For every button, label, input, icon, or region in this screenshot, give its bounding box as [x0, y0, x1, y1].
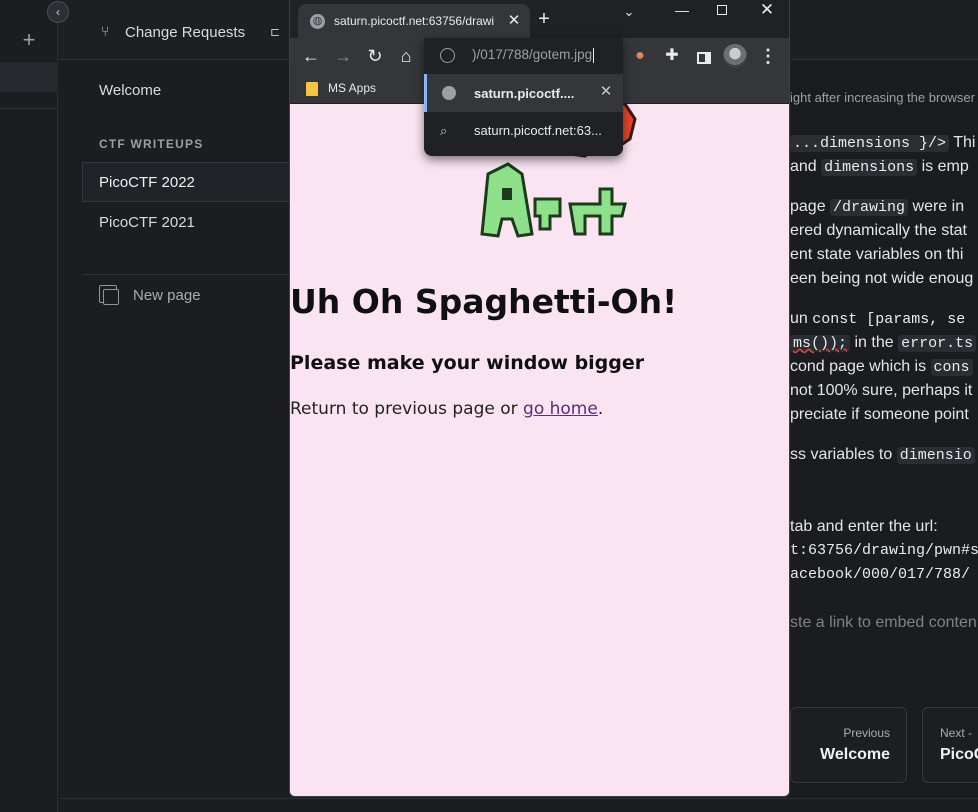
article-text: not 100% sure, perhaps it	[790, 382, 973, 399]
article-line: and dimensions is emp	[790, 158, 969, 176]
previous-label: Previous	[843, 726, 890, 740]
search-icon: ⌕	[440, 123, 448, 138]
text-caret	[593, 47, 595, 63]
close-tab-icon[interactable]: ✕	[505, 12, 523, 30]
code-line: t:63756/drawing/pwn#s	[790, 542, 978, 559]
sidebar-item-welcome[interactable]: Welcome	[99, 82, 161, 99]
article-text: page	[790, 198, 826, 215]
error-message-prefix: Return to previous page or	[290, 399, 524, 419]
side-panel-icon[interactable]	[691, 43, 717, 69]
more-menu-icon[interactable]: ⋮	[755, 43, 781, 69]
app-bottom-edge	[58, 798, 978, 812]
article-text: tab and enter the url:	[790, 518, 938, 535]
add-icon[interactable]: +	[18, 28, 40, 52]
inline-code: error.ts	[898, 335, 977, 352]
bookmark-ms-apps[interactable]: MS Apps	[328, 81, 376, 95]
article-line: cond page which is cons	[790, 358, 973, 376]
article-text: and	[790, 158, 817, 175]
article-text: in the	[854, 334, 894, 351]
branch-icon: ⑂	[101, 23, 110, 39]
article-text: een being not wide enoug	[790, 270, 974, 287]
suggestion-text: saturn.picoctf....	[474, 86, 575, 101]
error-message-suffix: .	[597, 399, 604, 419]
inline-code: ms());	[790, 335, 851, 352]
maximize-button[interactable]	[699, 0, 745, 22]
article-line: un const [params, se	[790, 310, 965, 328]
omnibox-dropdown: )/017/788/gotem.jpg saturn.picoctf.... ✕…	[424, 38, 623, 156]
article-line: page /drawing were in	[790, 198, 964, 216]
inline-code: dimensio	[896, 447, 975, 464]
extensions-puzzle-icon[interactable]: ✚	[659, 43, 685, 69]
next-page-card[interactable]: Next - PicoC	[922, 707, 978, 783]
workspace-selected-item[interactable]	[0, 62, 58, 92]
next-title: PicoC	[940, 746, 978, 763]
error-message: Return to previous page or go home.	[290, 399, 603, 419]
sidebar-item-picoctf-2022[interactable]: PicoCTF 2022	[99, 174, 195, 191]
back-arrow-icon[interactable]: ←	[298, 43, 324, 69]
article-text: were in	[912, 198, 965, 215]
address-text: )/017/788/gotem.jpg	[472, 47, 593, 62]
article-text: ss variables to	[790, 446, 893, 463]
article-line: ms()); in the error.ts	[790, 334, 977, 352]
omnibox-suggestion[interactable]: ⌕ saturn.picoctf.net:63...	[424, 112, 623, 150]
browser-tab[interactable]: ◍ saturn.picoctf.net:63756/drawi ✕	[298, 4, 530, 38]
change-requests-link[interactable]: Change Requests	[125, 24, 245, 41]
article-text: is emp	[921, 158, 969, 175]
suggestion-text: saturn.picoctf.net:63...	[474, 123, 602, 138]
inline-code: cons	[930, 359, 973, 376]
previous-page-card[interactable]: Previous Welcome	[790, 707, 907, 783]
profile-avatar[interactable]	[723, 44, 747, 68]
previous-title: Welcome	[820, 746, 890, 763]
home-icon[interactable]: ⌂	[393, 43, 419, 69]
web-page: Uh Oh Spaghetti-Oh! Please make your win…	[290, 104, 789, 796]
browser-titlebar[interactable]: ◍ saturn.picoctf.net:63756/drawi ✕ + ⌄ —…	[290, 0, 789, 38]
inline-code: ...dimensions }/>	[790, 135, 950, 152]
code-line: acebook/000/017/788/	[790, 566, 971, 583]
article-text: cond page which is	[790, 358, 927, 375]
bookmark-folder-icon	[306, 82, 318, 96]
embed-placeholder[interactable]: ste a link to embed conten	[790, 614, 977, 632]
address-bar[interactable]: )/017/788/gotem.jpg	[424, 38, 623, 72]
sidebar-divider	[82, 274, 292, 275]
globe-icon	[440, 48, 455, 63]
chevron-down-icon[interactable]: ⌄	[618, 2, 640, 24]
remove-suggestion-icon[interactable]: ✕	[597, 83, 615, 101]
article-line: ss variables to dimensio	[790, 446, 975, 464]
inline-code: /drawing	[830, 199, 909, 216]
inline-code: const [params, se	[812, 311, 966, 328]
sidebar-item-picoctf-2021[interactable]: PicoCTF 2021	[99, 214, 195, 231]
workspace-rail: +	[0, 0, 58, 812]
address-input[interactable]: )/017/788/gotem.jpg	[472, 47, 595, 63]
new-tab-button[interactable]: +	[533, 8, 555, 30]
new-page-icon[interactable]	[99, 285, 119, 305]
error-title: Uh Oh Spaghetti-Oh!	[290, 282, 678, 321]
inline-code: dimensions	[821, 159, 918, 176]
article-text: Thi	[953, 134, 976, 151]
next-label: Next -	[940, 726, 973, 740]
omnibox-suggestion[interactable]: saturn.picoctf.... ✕	[424, 74, 623, 112]
error-subtitle: Please make your window bigger	[290, 352, 645, 374]
globe-icon	[442, 86, 456, 100]
go-home-link[interactable]: go home	[523, 399, 598, 419]
diagram-icon[interactable]: ⊏	[270, 25, 286, 41]
cookie-extension-icon[interactable]: ●	[627, 43, 653, 69]
article-text: un	[790, 310, 808, 327]
article-text: ight after increasing the browser	[790, 90, 975, 105]
article-text: preciate if someone point	[790, 406, 969, 423]
globe-icon: ◍	[310, 14, 325, 29]
close-window-button[interactable]: ✕	[744, 0, 789, 22]
tab-title: saturn.picoctf.net:63756/drawi	[334, 14, 495, 28]
article-line: ...dimensions }/> Thi	[790, 134, 975, 152]
reload-icon[interactable]: ↻	[362, 43, 388, 69]
rail-divider	[0, 108, 58, 109]
article-text: ent state variables on thi	[790, 246, 964, 263]
new-page-button[interactable]: New page	[133, 287, 201, 304]
sidebar-section-title: CTF WRITEUPS	[99, 137, 204, 151]
article-content: ight after increasing the browser ...dim…	[790, 60, 978, 798]
forward-arrow-icon[interactable]: →	[330, 43, 356, 69]
collapse-sidebar-button[interactable]: ‹	[47, 1, 69, 23]
article-text: ered dynamically the stat	[790, 222, 967, 239]
